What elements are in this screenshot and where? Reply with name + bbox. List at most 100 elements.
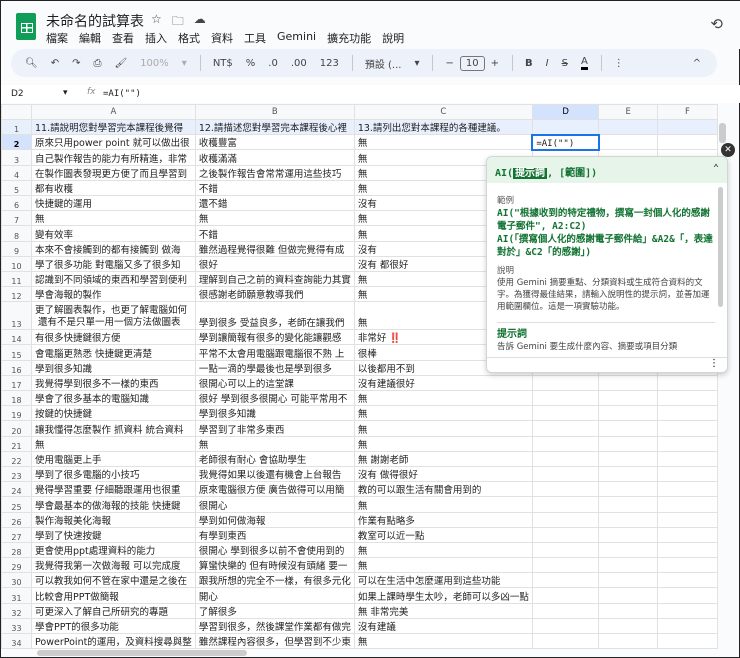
cell[interactable]: 學會了很多基本的電腦知識 [31, 389, 196, 407]
row-header[interactable]: 9 [1, 240, 32, 257]
row-header[interactable]: 19 [1, 405, 32, 422]
row-header[interactable]: 3 [1, 149, 32, 166]
cell[interactable]: 很感謝老師願意教導我們 [194, 286, 355, 303]
italic-button[interactable]: I [546, 58, 549, 69]
cell[interactable] [598, 405, 658, 422]
cell[interactable]: 收穫豐富 [194, 134, 355, 151]
cell[interactable]: 本來不會接觸到的都有接觸到 做海 [31, 240, 196, 257]
cell[interactable]: 無 [31, 435, 196, 452]
row-header[interactable]: 5 [1, 179, 32, 196]
row-header[interactable]: 22 [1, 450, 32, 467]
cell[interactable] [598, 450, 658, 467]
cell[interactable]: 原來電腦很方便 廣告做得可以用簡 [194, 481, 355, 498]
cell[interactable] [598, 481, 658, 498]
cell[interactable] [656, 632, 718, 649]
cell[interactable]: 認識到不同領域的東西和學習到便利 [31, 270, 196, 288]
menu-extensions[interactable]: 擴充功能 [327, 30, 371, 46]
cell[interactable]: 如果上課時學生太吵，老師可以多凶一點 [353, 587, 533, 604]
row-header[interactable]: 8 [1, 225, 32, 242]
cell[interactable] [531, 435, 600, 452]
more-options-icon[interactable]: ⋮ [614, 58, 624, 69]
cell[interactable]: =AI("") [531, 133, 600, 151]
cell[interactable] [598, 557, 658, 574]
cell[interactable] [531, 420, 600, 437]
cell[interactable]: 11.請說明您對學習完本課程後覺得 [31, 118, 196, 136]
cell[interactable]: 12.請描述您對學習完本課程後心裡 [194, 118, 355, 136]
cell[interactable] [656, 389, 718, 407]
cell[interactable] [656, 134, 718, 151]
cell[interactable]: 我覺得如果以後還有機會上台報告 [194, 465, 355, 483]
cell[interactable]: 學到了很多電腦的小技巧 [31, 465, 196, 483]
cell[interactable] [531, 465, 600, 483]
cell[interactable]: 雖然課程內容很多，但學習到不少東 [194, 632, 355, 649]
menu-data[interactable]: 資料 [211, 30, 233, 46]
cell[interactable]: 可更深入了解自己所研究的專題 [31, 602, 196, 619]
column-header-f[interactable]: F [656, 104, 718, 120]
name-box[interactable]: D2 [11, 89, 24, 99]
menu-view[interactable]: 查看 [112, 30, 134, 46]
row-header[interactable]: 10 [1, 255, 32, 272]
cell[interactable] [656, 602, 718, 619]
menu-format[interactable]: 格式 [178, 30, 200, 46]
row-header[interactable]: 1 [1, 118, 32, 136]
cell[interactable]: 之後製作報告會常常運用這些技巧 [194, 164, 355, 181]
cell[interactable]: 學習到了非常多東西 [194, 420, 355, 437]
row-header[interactable]: 15 [1, 344, 32, 361]
cell[interactable]: 跟我所想的完全不一樣，有很多元化 [194, 572, 355, 589]
cell[interactable]: 比較會用PPT做簡報 [31, 587, 196, 604]
cell[interactable]: 學到讓簡報有很多的變化能讓觀感 [194, 329, 355, 346]
cell[interactable]: 13.請列出您對本課程的各種建議。 [353, 118, 533, 136]
formula-input[interactable]: =AI("") [103, 89, 141, 99]
cell[interactable]: 無 謝謝老師 [353, 450, 533, 467]
cell[interactable] [531, 617, 600, 635]
cell[interactable]: 按鍵的快捷鍵 [31, 405, 196, 422]
cell[interactable] [656, 405, 718, 422]
cell[interactable]: 學會海報的製作 [31, 286, 196, 303]
cell[interactable] [531, 526, 600, 543]
cell[interactable]: 學會最基本的做海報的技能 快捷鍵 [31, 496, 196, 513]
cell[interactable]: 學到如何做海報 [194, 511, 355, 528]
cell[interactable] [656, 435, 718, 452]
cell[interactable] [531, 572, 600, 589]
cell[interactable]: 沒有建議 [353, 617, 533, 635]
cell[interactable] [531, 557, 600, 574]
cell[interactable]: 很開心 [194, 496, 355, 513]
cell[interactable]: 無 [353, 405, 533, 422]
cell[interactable]: 學會PPT的很多功能 [31, 617, 196, 635]
chevron-down-icon[interactable]: ▾ [182, 58, 187, 69]
cell[interactable] [598, 420, 658, 437]
bold-button[interactable]: B [525, 58, 533, 69]
cell[interactable] [598, 435, 658, 452]
cell[interactable]: 理解到自己之前的資料查詢能力其實 [194, 270, 355, 288]
cell[interactable]: 無 [194, 210, 355, 227]
cell[interactable]: 有很多快捷鍵很方便 [31, 329, 196, 346]
cell[interactable]: 學了很多功能 對電腦又多了很多知 [31, 255, 196, 272]
row-header[interactable]: 13 [1, 301, 32, 331]
increase-font-size-button[interactable]: + [491, 58, 499, 69]
row-header[interactable]: 6 [1, 194, 32, 212]
row-header[interactable]: 14 [1, 329, 32, 346]
cell[interactable] [598, 511, 658, 528]
cell[interactable]: 無 [31, 210, 196, 227]
menu-help[interactable]: 說明 [382, 30, 404, 46]
horizontal-scrollbar[interactable] [37, 650, 247, 656]
cell[interactable]: 不錯 [194, 225, 355, 242]
row-header[interactable]: 16 [1, 359, 32, 376]
cell[interactable]: 沒有建議很好 [353, 374, 533, 392]
cell[interactable]: 覺得學習重要 仔細聽跟運用也很重 [31, 481, 196, 498]
row-header[interactable]: 2 [1, 134, 32, 151]
cell[interactable] [531, 496, 600, 513]
cell[interactable] [531, 587, 600, 604]
cell[interactable]: 開心 [194, 587, 355, 604]
cell[interactable] [598, 617, 658, 635]
menu-file[interactable]: 檔案 [46, 30, 68, 46]
cell[interactable]: 無 [353, 134, 533, 151]
increase-decimal-button[interactable]: .00 [291, 58, 307, 69]
currency-button[interactable]: NT$ [213, 58, 233, 69]
decrease-decimal-button[interactable]: .0 [268, 58, 278, 69]
version-history-icon[interactable]: ⟲ [710, 15, 723, 33]
row-header[interactable]: 11 [1, 270, 32, 288]
cell[interactable]: 學到很多知識 [31, 359, 196, 376]
cell[interactable]: 更了解圖表製作，也更了解電腦如何 還有不是只單一用一個方法做圖表 [31, 301, 196, 331]
cell[interactable] [531, 374, 600, 392]
